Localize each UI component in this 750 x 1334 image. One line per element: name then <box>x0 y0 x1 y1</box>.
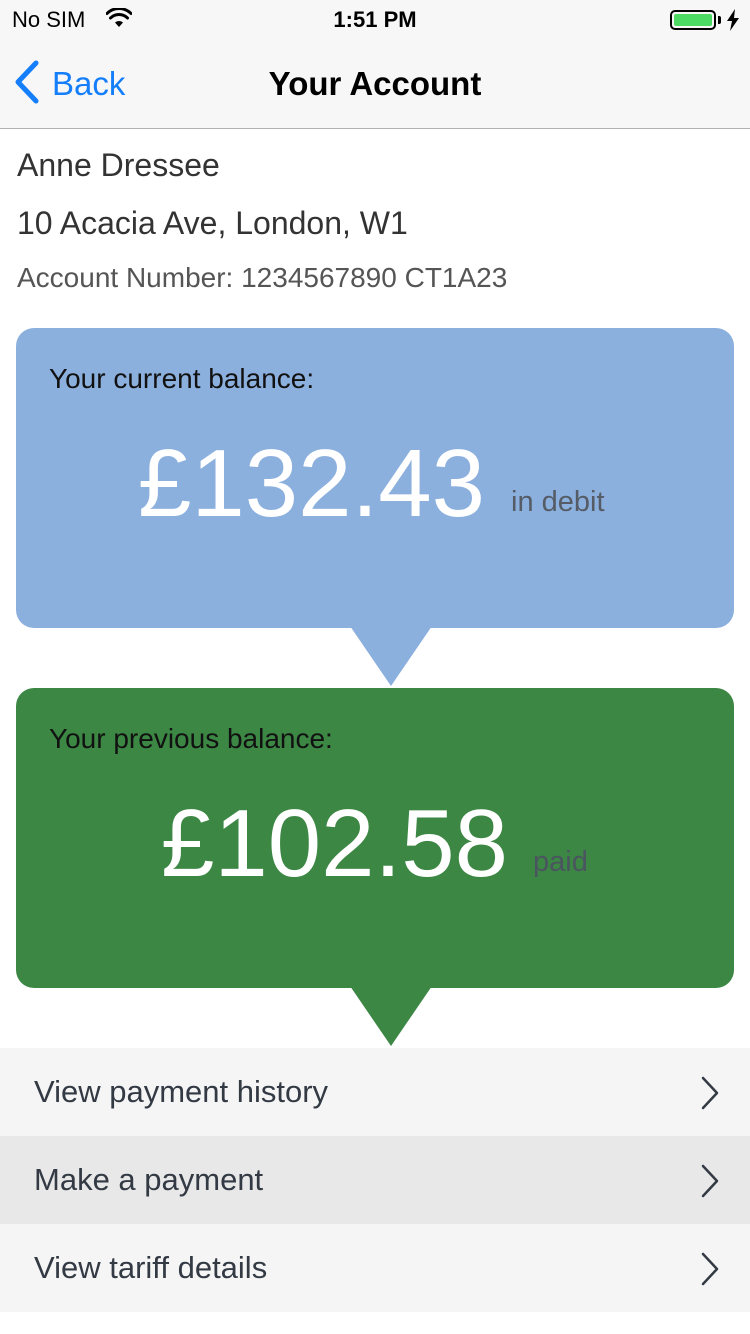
account-holder-name: Anne Dressee <box>17 147 220 183</box>
clock-label: 1:51 PM <box>333 7 417 32</box>
current-balance-pointer <box>350 626 432 686</box>
current-balance-amount: £132.43 <box>138 430 486 537</box>
current-balance-status: in debit <box>511 486 605 518</box>
account-address: 10 Acacia Ave, London, W1 <box>17 205 408 241</box>
chevron-right-icon <box>700 1252 720 1291</box>
account-actions-menu: View payment history Make a payment View… <box>0 1048 750 1312</box>
current-balance-card: Your current balance: £132.43 in debit <box>16 328 734 686</box>
menu-item-make-payment[interactable]: Make a payment <box>0 1136 750 1224</box>
previous-balance-pointer <box>350 986 432 1046</box>
chevron-right-icon <box>700 1164 720 1203</box>
menu-item-label: View payment history <box>34 1074 329 1109</box>
previous-balance-status: paid <box>533 846 588 878</box>
chevron-right-icon <box>700 1076 720 1115</box>
battery-tip <box>718 16 721 24</box>
status-bar: No SIM 1:51 PM <box>0 0 750 40</box>
current-balance-label: Your current balance: <box>49 363 315 394</box>
account-number: Account Number: 1234567890 CT1A23 <box>17 262 508 293</box>
previous-balance-label: Your previous balance: <box>49 723 333 754</box>
previous-balance-card: Your previous balance: £102.58 paid <box>16 688 734 1046</box>
menu-item-label: View tariff details <box>34 1250 268 1285</box>
page-title: Your Account <box>268 65 482 102</box>
menu-item-tariff-details[interactable]: View tariff details <box>0 1224 750 1312</box>
battery-icon <box>670 10 716 30</box>
menu-item-label: Make a payment <box>34 1162 264 1197</box>
previous-balance-amount: £102.58 <box>161 790 509 897</box>
navigation-bar: Back Your Account <box>0 40 750 129</box>
charging-bolt-icon <box>726 9 740 36</box>
menu-item-payment-history[interactable]: View payment history <box>0 1048 750 1136</box>
